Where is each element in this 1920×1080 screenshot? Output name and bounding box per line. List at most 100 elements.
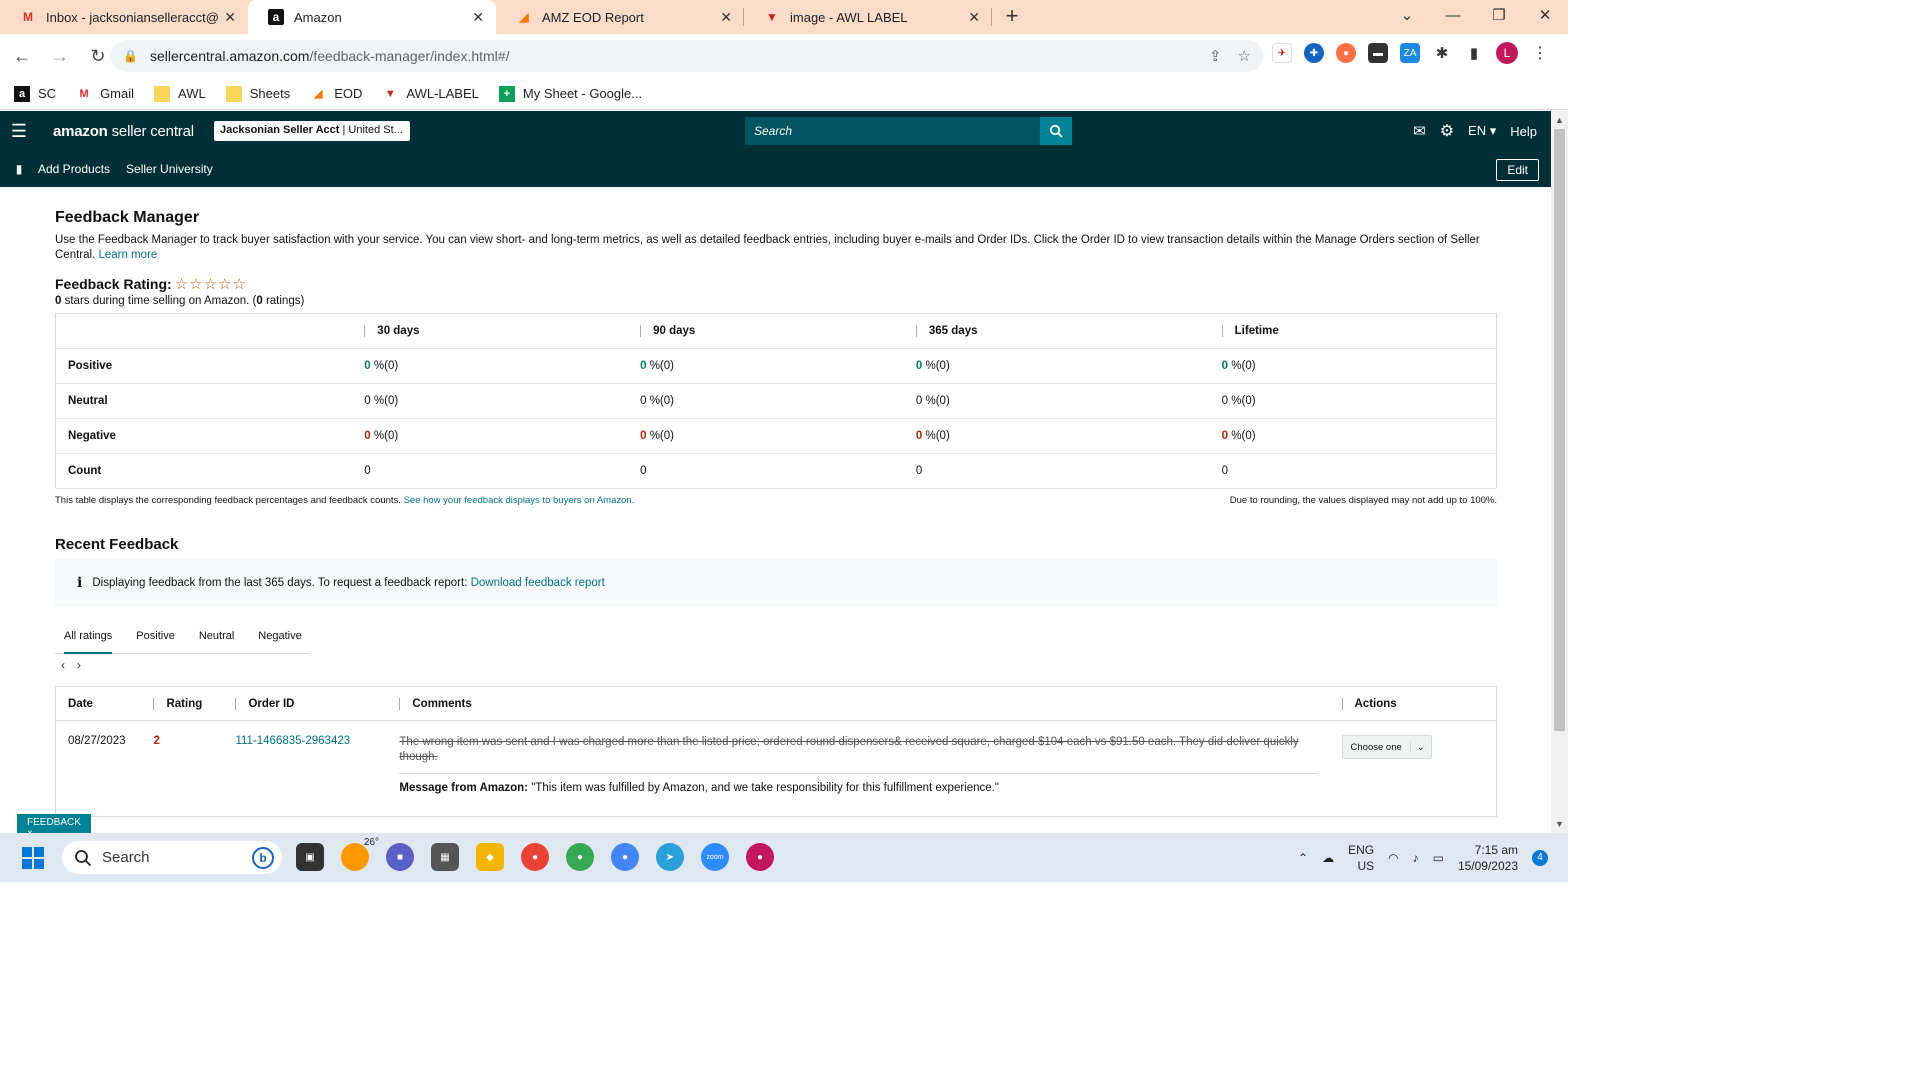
windows-start-icon[interactable] (22, 847, 44, 869)
extension-icon[interactable]: ✈ (1272, 43, 1292, 63)
volume-icon[interactable]: ♪ (1413, 851, 1419, 865)
avatar[interactable]: L (1496, 42, 1518, 64)
tab-all-ratings[interactable]: All ratings (64, 619, 113, 654)
chrome-icon[interactable]: ● (611, 843, 639, 871)
close-tab-icon[interactable]: ✕ (224, 9, 236, 26)
language-indicator[interactable]: ENG US (1348, 842, 1374, 874)
order-id-link[interactable]: 111-1466835-2963423 (235, 735, 350, 747)
search-input[interactable]: Search (745, 117, 1040, 145)
language-selector[interactable]: EN ▾ (1468, 123, 1496, 139)
feedback-tag-button[interactable]: FEEDBACK × (17, 814, 91, 839)
bing-icon[interactable]: b (252, 846, 274, 869)
nav-add-products[interactable]: Add Products (38, 162, 110, 176)
back-icon[interactable]: ← (6, 46, 38, 67)
eod-icon: ◢ (313, 88, 323, 100)
chrome-icon[interactable]: ● (521, 843, 549, 871)
amazon-message: Message from Amazon: "This item was fulf… (399, 773, 1318, 816)
folder-icon (154, 85, 171, 102)
vertical-scrollbar[interactable]: ▲ ▼ (1551, 111, 1568, 833)
info-alert: i Displaying feedback from the last 365 … (55, 559, 1497, 607)
minimize-icon[interactable]: — (1430, 0, 1476, 34)
table-row: Count 0 0 0 0 (55, 453, 1497, 489)
reload-icon[interactable]: ↻ (82, 46, 114, 67)
close-tab-icon[interactable]: ✕ (968, 9, 980, 26)
battery-icon[interactable]: ▭ (1433, 851, 1444, 865)
url-input[interactable]: 🔒 sellercentral.amazon.com/feedback-mana… (111, 40, 1263, 72)
chrome-icon[interactable]: ● (746, 843, 774, 871)
browser-tab-eod[interactable]: ◢ AMZ EOD Report ✕ (496, 0, 744, 34)
browser-tab-amazon[interactable]: a Amazon ✕ (248, 0, 496, 34)
bookmark-gmail[interactable]: M Gmail (76, 86, 134, 102)
bookmark-awl-label[interactable]: ▼ AWL-LABEL (382, 86, 479, 102)
zoom-icon[interactable]: zoom (701, 843, 729, 871)
chrome-icon[interactable]: ● (566, 843, 594, 871)
table-header-row: Date Rating Order ID Comments Actions (55, 686, 1497, 721)
account-switcher[interactable]: Jacksonian Seller Acct | United St... (214, 121, 410, 141)
close-tab-icon[interactable]: ✕ (472, 9, 484, 26)
task-view-icon[interactable]: ▣ (296, 843, 324, 871)
edit-button[interactable]: Edit (1496, 159, 1539, 181)
tab-positive[interactable]: Positive (136, 619, 175, 654)
bookmark-sc[interactable]: a SC (14, 85, 56, 102)
tab-negative[interactable]: Negative (258, 619, 301, 654)
buyer-display-link[interactable]: See how your feedback displays to buyers… (404, 495, 635, 506)
gear-icon[interactable]: ⚙ (1440, 121, 1454, 141)
calculator-icon[interactable]: ▦ (431, 843, 459, 871)
seller-central-logo[interactable]: amazon seller central (53, 123, 194, 140)
nav-seller-university[interactable]: Seller University (126, 162, 213, 176)
download-report-link[interactable]: Download feedback report (471, 577, 605, 589)
scrollbar-thumb[interactable] (1554, 129, 1565, 731)
browser-tab-gmail[interactable]: M Inbox - jacksonianselleracct@gm ✕ (0, 0, 248, 34)
bookmark-eod[interactable]: ◢ EOD (310, 86, 362, 102)
tab-search-icon[interactable]: ⌄ (1384, 0, 1430, 34)
awl-label-icon: ▼ (384, 87, 396, 100)
learn-more-link[interactable]: Learn more (98, 249, 157, 261)
chevron-up-icon[interactable]: ⌃ (1298, 851, 1308, 865)
clock[interactable]: 7:15 am 15/09/2023 (1458, 842, 1518, 874)
close-tab-icon[interactable]: ✕ (720, 9, 732, 26)
scroll-up-icon[interactable]: ▲ (1551, 115, 1568, 125)
wifi-icon[interactable]: ◠ (1388, 851, 1398, 865)
mail-icon[interactable]: ✉ (1413, 122, 1426, 140)
bookmark-sheets[interactable]: Sheets (225, 85, 290, 102)
chevron-right-icon[interactable]: › (77, 658, 81, 672)
browser-tab-awl-label[interactable]: ▼ image - AWL LABEL ✕ (744, 0, 992, 34)
chevron-left-icon[interactable]: ‹ (61, 658, 65, 672)
feedback-date: 08/27/2023 (68, 735, 126, 747)
menu-dots-icon[interactable]: ⋮ (1530, 43, 1550, 63)
close-window-icon[interactable]: ✕ (1522, 0, 1568, 34)
scroll-down-icon[interactable]: ▼ (1551, 819, 1568, 829)
taskbar-search-input[interactable]: Search b (62, 841, 282, 874)
page-description: Use the Feedback Manager to track buyer … (55, 234, 1480, 261)
forward-icon[interactable]: → (44, 46, 76, 67)
feedback-metrics-table: 30 days 90 days 365 days Lifetime Positi… (55, 313, 1497, 489)
hamburger-menu-icon[interactable]: ☰ (0, 121, 38, 142)
tab-neutral[interactable]: Neutral (199, 619, 234, 654)
lock-icon[interactable]: 🔒 (123, 49, 138, 63)
restore-icon[interactable]: ❐ (1476, 0, 1522, 34)
row-label: Neutral (55, 383, 353, 419)
bookmark-icon[interactable]: ▮ (0, 162, 38, 176)
extension-icon[interactable]: ▬ (1368, 43, 1388, 63)
onedrive-icon[interactable]: ☁ (1322, 851, 1334, 865)
share-icon[interactable]: ⇪ (1209, 47, 1222, 65)
side-panel-icon[interactable]: ▮ (1464, 43, 1484, 63)
extension-icon[interactable]: ZA (1400, 43, 1420, 63)
bookmark-star-icon[interactable]: ☆ (1238, 47, 1251, 65)
search-button[interactable] (1040, 117, 1072, 145)
recent-feedback-title: Recent Feedback (55, 536, 179, 553)
column-header: Lifetime (1221, 325, 1279, 337)
notification-badge[interactable]: 4 (1532, 849, 1548, 866)
bookmark-awl[interactable]: AWL (154, 85, 206, 102)
app-icon[interactable]: ◆ (476, 843, 504, 871)
extension-icon[interactable]: ● (1336, 43, 1356, 63)
extension-icon[interactable]: ✚ (1304, 43, 1324, 63)
bookmark-my-sheet[interactable]: + My Sheet - Google... (498, 85, 642, 102)
telegram-icon[interactable]: ➤ (656, 843, 684, 871)
weather-icon[interactable]: 26° (341, 837, 379, 871)
puzzle-icon[interactable]: ✱ (1432, 43, 1452, 63)
action-dropdown[interactable]: Choose one ⌄ (1341, 735, 1432, 759)
help-link[interactable]: Help (1510, 124, 1537, 139)
meet-icon[interactable]: ■ (386, 843, 414, 871)
new-tab-button[interactable]: + (992, 0, 1032, 34)
